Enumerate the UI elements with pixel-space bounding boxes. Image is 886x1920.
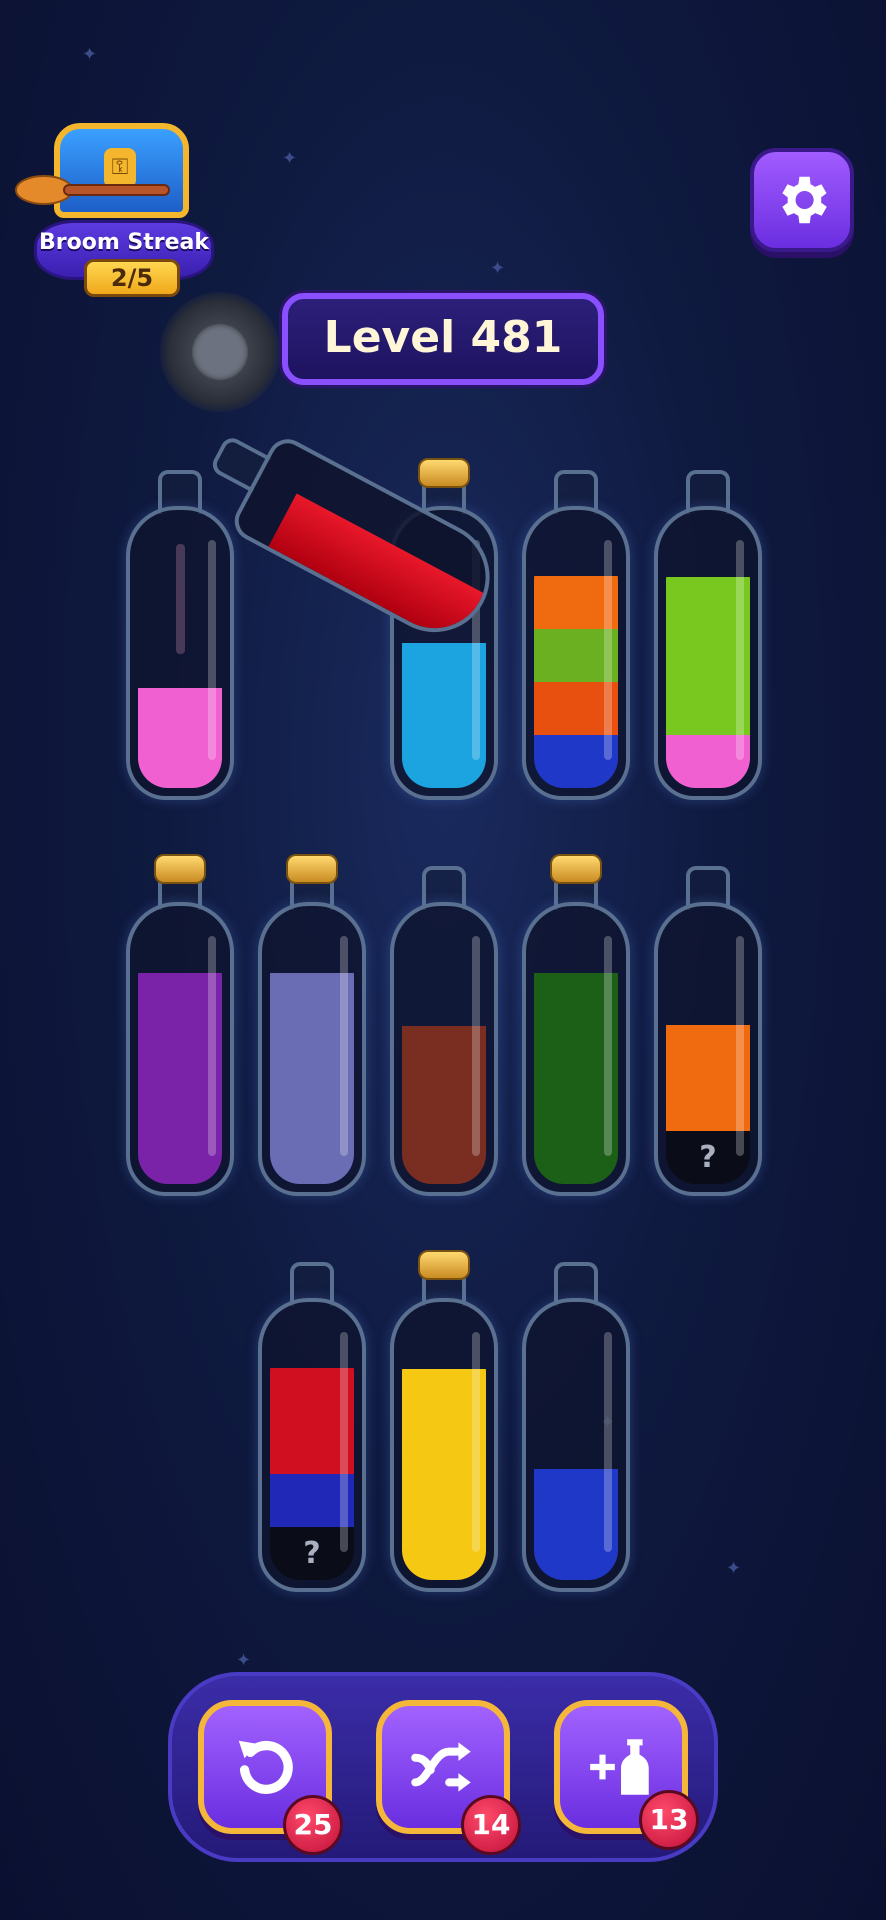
bottle[interactable] (522, 470, 630, 800)
star-decoration: ✦ (726, 1558, 742, 1579)
bottle-body (126, 902, 234, 1196)
bottle-cork-icon (418, 1250, 470, 1280)
touch-indicator (160, 292, 280, 412)
bottle[interactable] (522, 854, 630, 1196)
bottle[interactable]: ? (258, 1262, 366, 1592)
bottle[interactable] (390, 1250, 498, 1592)
star-decoration: ✦ (490, 258, 506, 279)
glass-shine (472, 1332, 480, 1552)
bottle-body (522, 902, 630, 1196)
bottle-body (390, 1298, 498, 1592)
bottle-cork-icon (154, 854, 206, 884)
bottle-cork-icon (286, 854, 338, 884)
star-decoration: ✦ (282, 148, 298, 169)
glass-shine (340, 1332, 348, 1552)
glass-shine (472, 936, 480, 1156)
broom-icon (15, 175, 170, 205)
undo-count-badge: 25 (283, 1795, 343, 1855)
glass-shine (340, 936, 348, 1156)
glass-shine (208, 936, 216, 1156)
bottle[interactable] (126, 854, 234, 1196)
bottle-cork-icon (418, 458, 470, 488)
add-bottle-icon (590, 1739, 649, 1795)
liquid-layer (268, 493, 484, 647)
glass-shine (604, 936, 612, 1156)
glass-shine (604, 1332, 612, 1552)
level-badge: Level 481 (282, 293, 604, 385)
bottle[interactable] (390, 866, 498, 1196)
bottle[interactable] (258, 854, 366, 1196)
glass-shine (604, 540, 612, 760)
broom-streak-widget[interactable]: ⚿ Broom Streak 2/5 (14, 118, 214, 298)
bottle-body (126, 506, 234, 800)
bottle-body (522, 506, 630, 800)
bottle-cork-icon (550, 854, 602, 884)
glass-shine (736, 540, 744, 760)
bottle[interactable] (654, 470, 762, 800)
bottle-body (390, 902, 498, 1196)
star-decoration: ✦ (82, 44, 98, 65)
pouring-bottle[interactable] (186, 402, 510, 653)
bottle-body (258, 902, 366, 1196)
glass-shine (736, 936, 744, 1156)
shuffle-count-badge: 14 (461, 1795, 521, 1855)
streak-title: Broom Streak (38, 230, 210, 255)
bottle-body: ? (654, 902, 762, 1196)
shuffle-icon (411, 1742, 471, 1792)
bottle-body: ? (258, 1298, 366, 1592)
bottle[interactable] (522, 1262, 630, 1592)
settings-button[interactable] (750, 148, 854, 252)
streak-progress: 2/5 (84, 259, 180, 297)
undo-icon (238, 1740, 293, 1794)
bottle-body (654, 506, 762, 800)
add-bottle-count-badge: 13 (639, 1790, 699, 1850)
star-decoration: ✦ (236, 1650, 252, 1671)
bottle[interactable]: ? (654, 866, 762, 1196)
gear-icon (782, 176, 827, 224)
glass-shine (208, 540, 216, 760)
bottle-body (522, 1298, 630, 1592)
